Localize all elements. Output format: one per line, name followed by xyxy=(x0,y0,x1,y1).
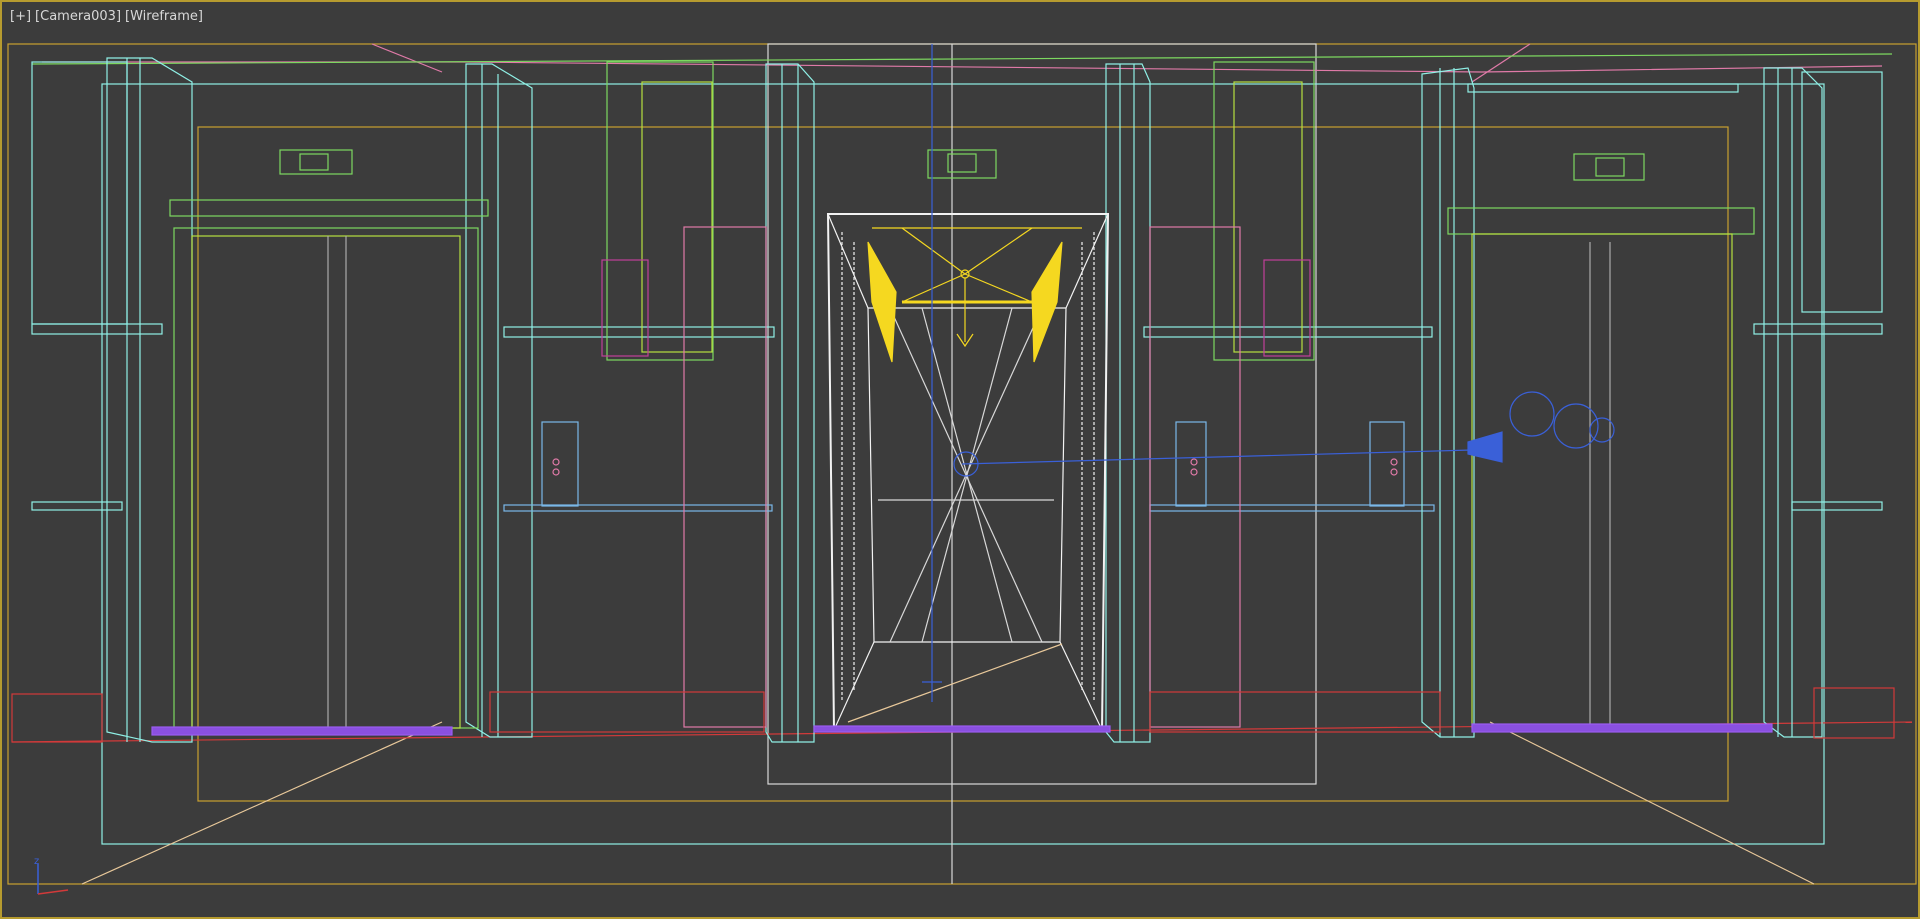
floor-line-left xyxy=(81,721,443,885)
pillar-3 xyxy=(765,63,815,743)
green-top-outline xyxy=(31,53,1893,65)
ceiling-pink-right xyxy=(1471,43,1531,83)
camera-helper xyxy=(922,44,1615,702)
door-bay-4 xyxy=(1149,61,1441,733)
pink-top-outline xyxy=(42,61,1883,73)
viewport-camera003[interactable]: [+] [Camera003] [Wireframe] z xyxy=(0,0,1920,919)
ceiling-pink-left xyxy=(371,43,443,73)
pillar-4 xyxy=(1105,63,1435,743)
axis-z-label: z xyxy=(34,856,39,867)
axis-gizmo: z xyxy=(34,856,69,895)
wireframe-scene[interactable]: z xyxy=(2,2,1920,919)
pillar-2 xyxy=(465,63,775,738)
door-bay-5 xyxy=(1447,153,1895,739)
left-pillar xyxy=(31,57,193,743)
door-bay-1 xyxy=(11,149,489,743)
center-elevator-cabin xyxy=(813,149,1111,733)
right-pillar xyxy=(1753,67,1883,738)
floor-line-right xyxy=(1489,721,1815,885)
pillar-5 xyxy=(1421,67,1739,738)
ceiling-light-rig xyxy=(867,227,1082,363)
